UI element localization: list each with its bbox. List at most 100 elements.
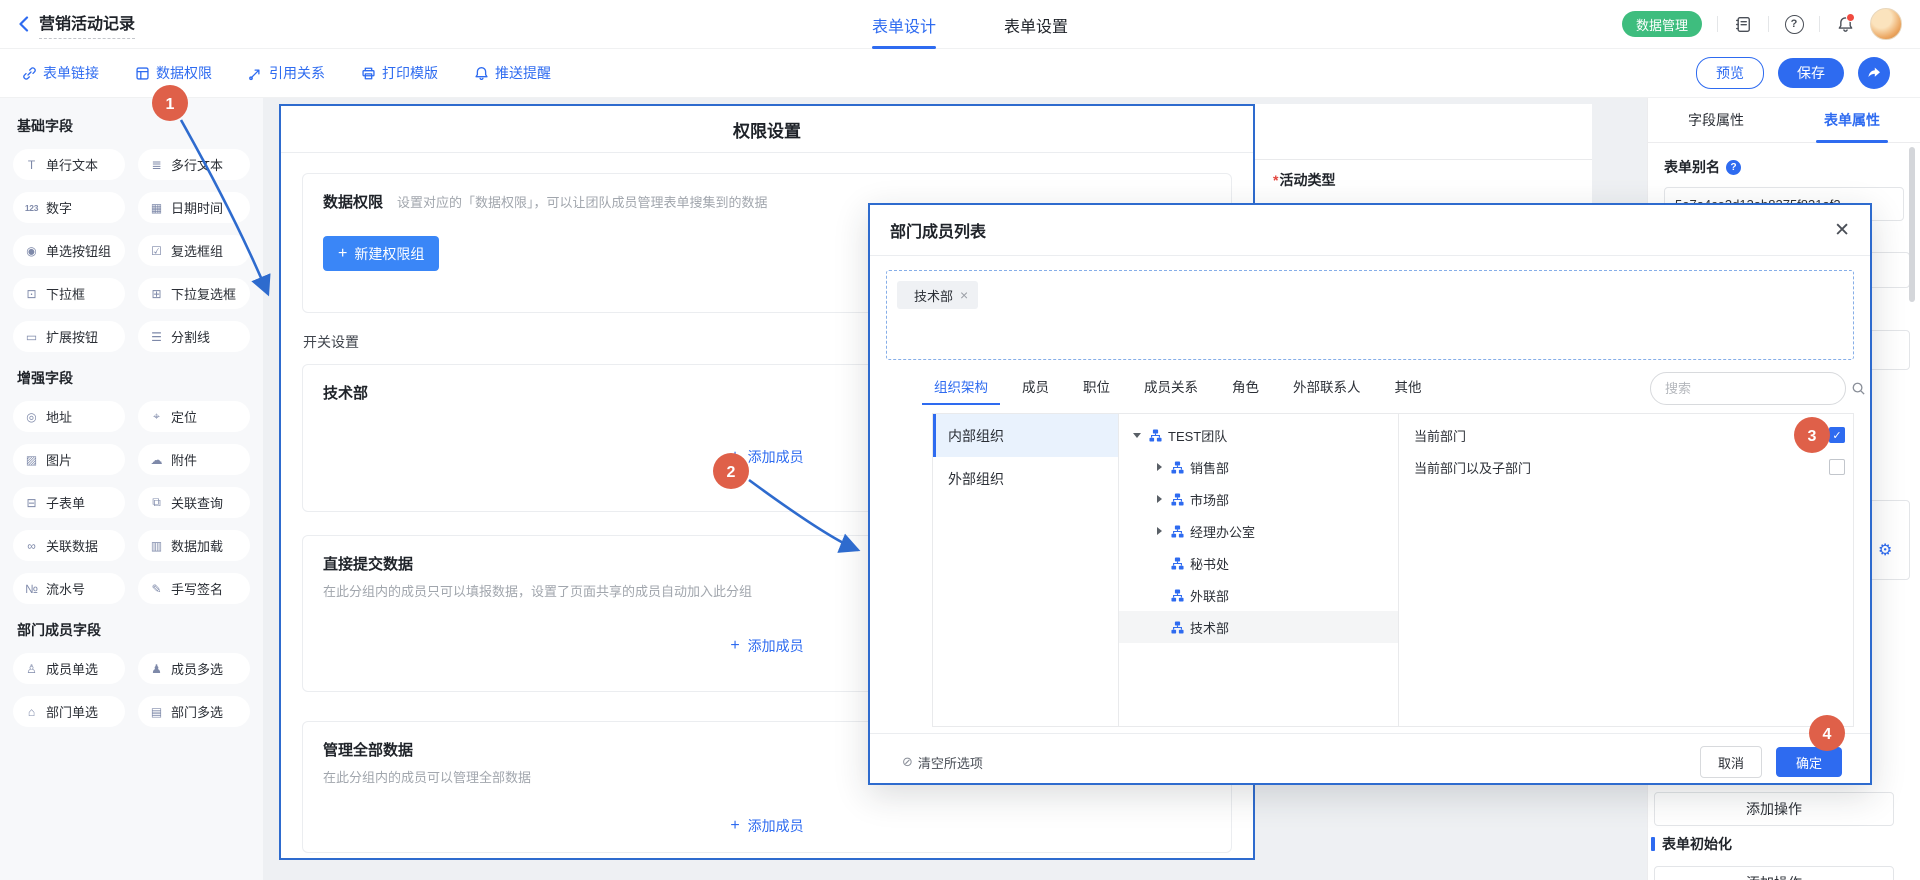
field-type-icon: ✎ [149,582,164,596]
data-manage-button[interactable]: 数据管理 [1622,11,1702,37]
modal-tab[interactable]: 外部联系人 [1291,372,1363,405]
field-pill[interactable]: ⧉关联查询 [138,487,250,518]
contacts-icon[interactable] [1733,14,1753,34]
top-header: 营销活动记录 表单设计 表单设置 数据管理 ? [0,0,1920,49]
field-pill[interactable]: ⌂部门单选 [13,696,125,727]
field-pill[interactable]: ⊞下拉复选框 [138,278,250,309]
tree-node[interactable]: TEST团队 [1119,419,1398,451]
clear-selection-button[interactable]: ⊘ 清空所选项 [902,753,983,772]
checkbox-checked[interactable] [1829,427,1845,443]
modal-tab[interactable]: 其他 [1393,372,1424,405]
caret-down-icon[interactable] [1131,433,1143,438]
form-title: 营销活动记录 [39,10,135,39]
checkbox-unchecked[interactable] [1829,459,1845,475]
field-pill[interactable]: ♟成员多选 [138,653,250,684]
tree-node[interactable]: 经理办公室 [1119,515,1398,547]
notification-bell-icon[interactable] [1835,14,1855,34]
toolbar-print-template[interactable]: 打印模版 [361,63,438,83]
relation-icon [248,66,263,81]
toolbar-push-reminder[interactable]: 推送提醒 [474,63,551,83]
gear-icon[interactable]: ⚙ [1878,540,1892,560]
field-pill[interactable]: №流水号 [13,573,125,604]
help-badge-icon[interactable]: ? [1726,160,1741,175]
close-icon[interactable]: ✕ [1834,221,1850,240]
tab-form-design[interactable]: 表单设计 [872,0,936,49]
tree-node-label: TEST团队 [1168,426,1227,445]
modal-tab[interactable]: 组织架构 [932,372,990,405]
field-pill[interactable]: ◉单选按钮组 [13,235,125,266]
add-member-link[interactable]: +添加成员 [323,816,1211,836]
confirm-button[interactable]: 确定 [1776,747,1842,777]
field-type-icon: ▦ [149,201,164,215]
toolbar-data-permission[interactable]: 数据权限 [135,63,212,83]
caret-right-icon[interactable] [1153,527,1165,535]
field-pill[interactable]: ▥数据加载 [138,530,250,561]
add-action-button[interactable]: 添加操作 [1654,866,1894,880]
link-icon [22,66,37,81]
form-divider [1255,159,1592,160]
field-type-icon: 123 [24,203,39,213]
org-nav-item[interactable]: 外部组织 [933,457,1118,500]
field-type-icon: ◉ [24,244,39,258]
field-pill[interactable]: ◎地址 [13,401,125,432]
tab-form-settings[interactable]: 表单设置 [1004,0,1068,49]
field-pill-label: 手写签名 [171,579,223,598]
remove-tag-icon[interactable]: × [960,287,968,303]
tree-node[interactable]: 销售部 [1119,451,1398,483]
field-pill[interactable]: ⊟子表单 [13,487,125,518]
field-pill[interactable]: ♙成员单选 [13,653,125,684]
preview-button[interactable]: 预览 [1696,57,1764,89]
modal-tab[interactable]: 职位 [1081,372,1112,405]
field-type-icon: ▤ [149,705,164,719]
toolbar-reference-relation[interactable]: 引用关系 [248,63,325,83]
modal-tab[interactable]: 角色 [1230,372,1261,405]
back-button[interactable]: 营销活动记录 [18,10,135,39]
modal-title: 部门成员列表 [890,218,986,242]
search-input[interactable] [1663,380,1843,397]
tree-node[interactable]: 秘书处 [1119,547,1398,579]
field-pill[interactable]: ∞关联数据 [13,530,125,561]
tree-node-label: 技术部 [1190,618,1229,637]
cancel-button[interactable]: 取消 [1700,746,1762,778]
add-action-button[interactable]: 添加操作 [1654,792,1894,826]
share-button[interactable] [1858,57,1890,89]
avatar[interactable] [1870,8,1902,40]
field-pill[interactable]: ⊡下拉框 [13,278,125,309]
field-pill-label: 数据加载 [171,536,223,555]
field-pill[interactable]: ☁附件 [138,444,250,475]
tab-form-properties[interactable]: 表单属性 [1784,98,1920,142]
modal-tab[interactable]: 成员关系 [1142,372,1200,405]
tree-node[interactable]: 技术部 [1119,611,1398,643]
caret-right-icon[interactable] [1153,495,1165,503]
new-permission-group-button[interactable]: +新建权限组 [323,236,439,271]
field-type-icon: ⊡ [24,287,39,301]
field-pill-label: 多行文本 [171,155,223,174]
org-nav-item[interactable]: 内部组织 [933,414,1118,457]
field-pill[interactable]: ▤部门多选 [138,696,250,727]
field-pill[interactable]: ▭扩展按钮 [13,321,125,352]
modal-tab[interactable]: 成员 [1020,372,1051,405]
field-pill[interactable]: ☰分割线 [138,321,250,352]
tab-field-properties[interactable]: 字段属性 [1648,98,1784,142]
field-pill[interactable]: ▨图片 [13,444,125,475]
field-pill[interactable]: ☑复选框组 [138,235,250,266]
selected-members-area[interactable]: 技术部 × [886,270,1854,360]
field-pill[interactable]: ▦日期时间 [138,192,250,223]
field-pill[interactable]: T单行文本 [13,149,125,180]
forward-arrow-icon [1866,66,1882,80]
help-icon[interactable]: ? [1784,14,1804,34]
field-pill[interactable]: ✎ 手写签名 [138,573,250,604]
save-button[interactable]: 保存 [1778,58,1844,88]
toolbar-form-link[interactable]: 表单链接 [22,63,99,83]
properties-tabs: 字段属性 表单属性 [1648,98,1920,143]
tree-node-label: 销售部 [1190,458,1229,477]
field-pill[interactable]: ⌖定位 [138,401,250,432]
field-pill[interactable]: 123数字 [13,192,125,223]
tree-node[interactable]: 市场部 [1119,483,1398,515]
caret-right-icon[interactable] [1153,463,1165,471]
plus-icon: + [730,449,739,465]
sidebar-scrollbar[interactable] [1909,147,1915,302]
field-pill[interactable]: ≣多行文本 [138,149,250,180]
field-type-icon: ◎ [24,410,39,424]
tree-node[interactable]: 外联部 [1119,579,1398,611]
